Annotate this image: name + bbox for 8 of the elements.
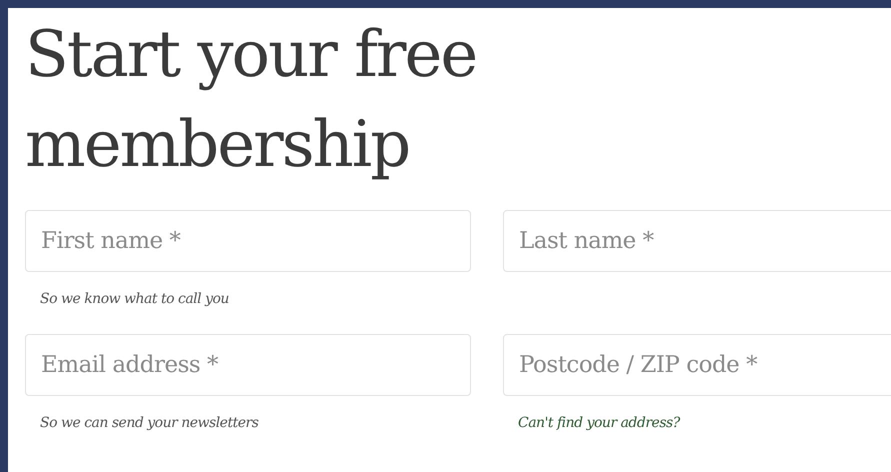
field-hint: So we know what to call you bbox=[40, 291, 229, 307]
input-field[interactable]: Postcode / ZIP code * bbox=[503, 334, 891, 396]
address-link[interactable]: Can't find your address? bbox=[518, 415, 680, 431]
input-field[interactable]: Last name * bbox=[503, 210, 891, 272]
input-field[interactable]: Email address * bbox=[25, 334, 471, 396]
field-hint: So we can send your newsletters bbox=[40, 415, 258, 431]
page-title: Start your free membership bbox=[25, 17, 478, 184]
input-field[interactable]: First name * bbox=[25, 210, 471, 272]
